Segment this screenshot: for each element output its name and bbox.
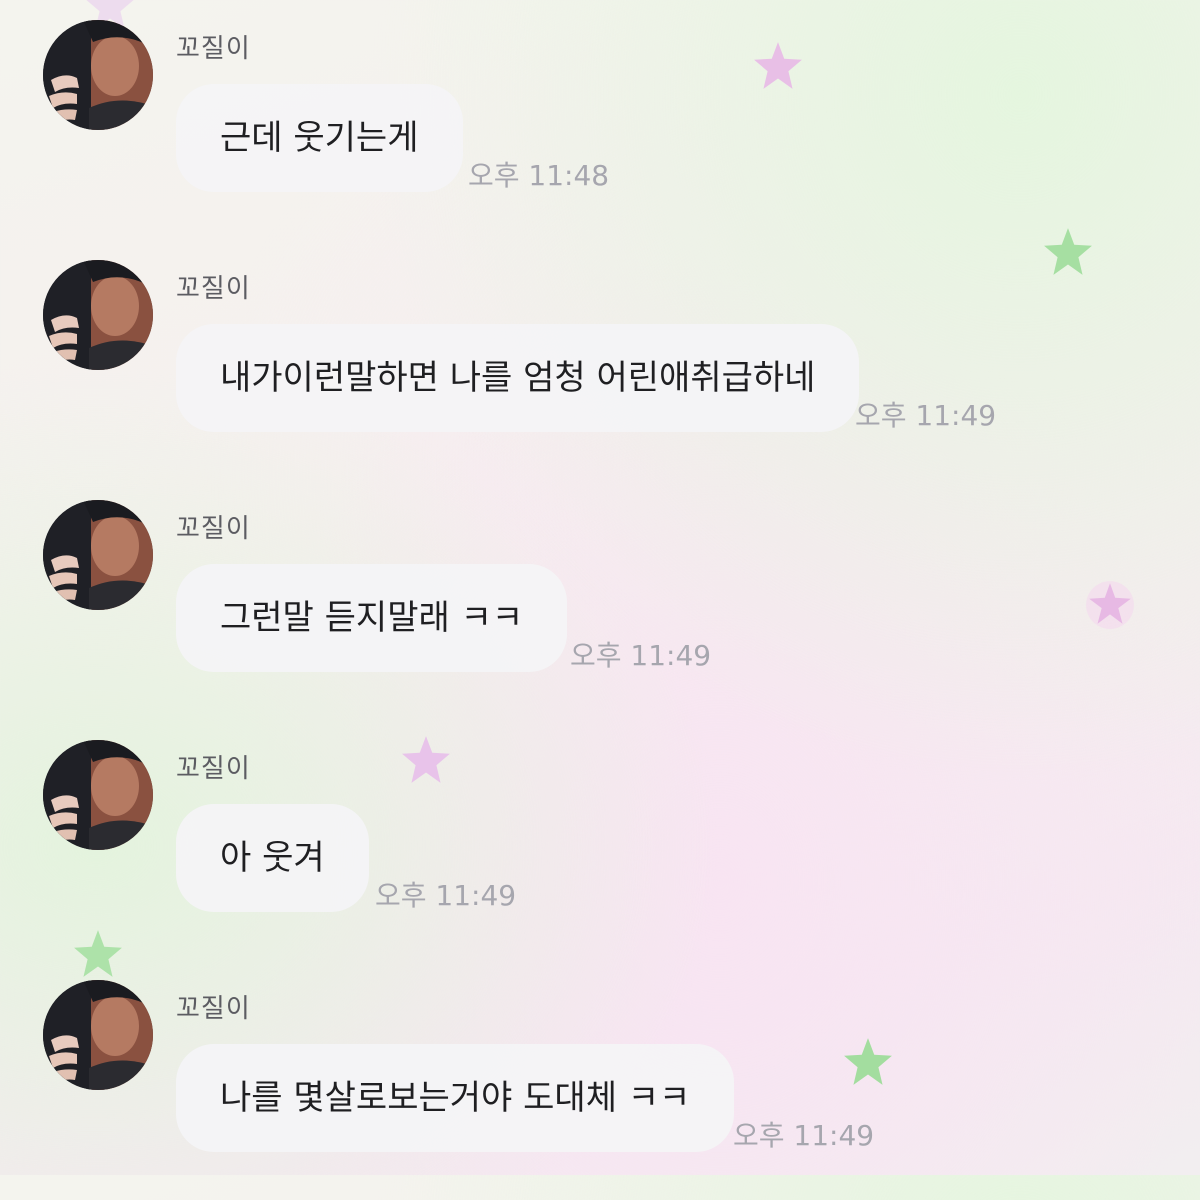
message-bubble[interactable]: 내가이런말하면 나를 엄청 어린애취급하네: [176, 324, 860, 432]
message-timestamp: 오후 11:49: [570, 639, 712, 672]
chat-message: 꼬질이 근데 웃기는게 오후 11:48: [0, 0, 1200, 240]
avatar[interactable]: [43, 260, 153, 370]
message-bubble[interactable]: 아 웃겨: [176, 804, 369, 912]
sender-name: 꼬질이: [176, 34, 251, 64]
message-bubble[interactable]: 근데 웃기는게: [176, 84, 463, 192]
chat-message: 꼬질이 아 웃겨 오후 11:49: [0, 720, 1200, 960]
message-timestamp: 오후 11:49: [375, 879, 517, 912]
avatar[interactable]: [43, 980, 153, 1090]
chat-message: 꼬질이 그런말 듣지말래 ㅋㅋ 오후 11:49: [0, 480, 1200, 720]
avatar[interactable]: [43, 500, 153, 610]
message-timestamp: 오후 11:49: [855, 399, 997, 432]
avatar[interactable]: [43, 20, 153, 130]
sender-name: 꼬질이: [176, 274, 251, 304]
chat-message: 꼬질이 내가이런말하면 나를 엄청 어린애취급하네 오후 11:49: [0, 240, 1200, 480]
sender-name: 꼬질이: [176, 754, 251, 784]
message-timestamp: 오후 11:48: [468, 159, 610, 192]
sender-name: 꼬질이: [176, 514, 251, 544]
sender-name: 꼬질이: [176, 994, 251, 1024]
message-bubble[interactable]: 나를 몇살로보는거야 도대체 ㅋㅋ: [176, 1044, 735, 1152]
avatar[interactable]: [43, 740, 153, 850]
message-timestamp: 오후 11:49: [733, 1119, 875, 1152]
chat-message: 꼬질이 나를 몇살로보는거야 도대체 ㅋㅋ 오후 11:49: [0, 960, 1200, 1200]
message-bubble[interactable]: 그런말 듣지말래 ㅋㅋ: [176, 564, 568, 672]
